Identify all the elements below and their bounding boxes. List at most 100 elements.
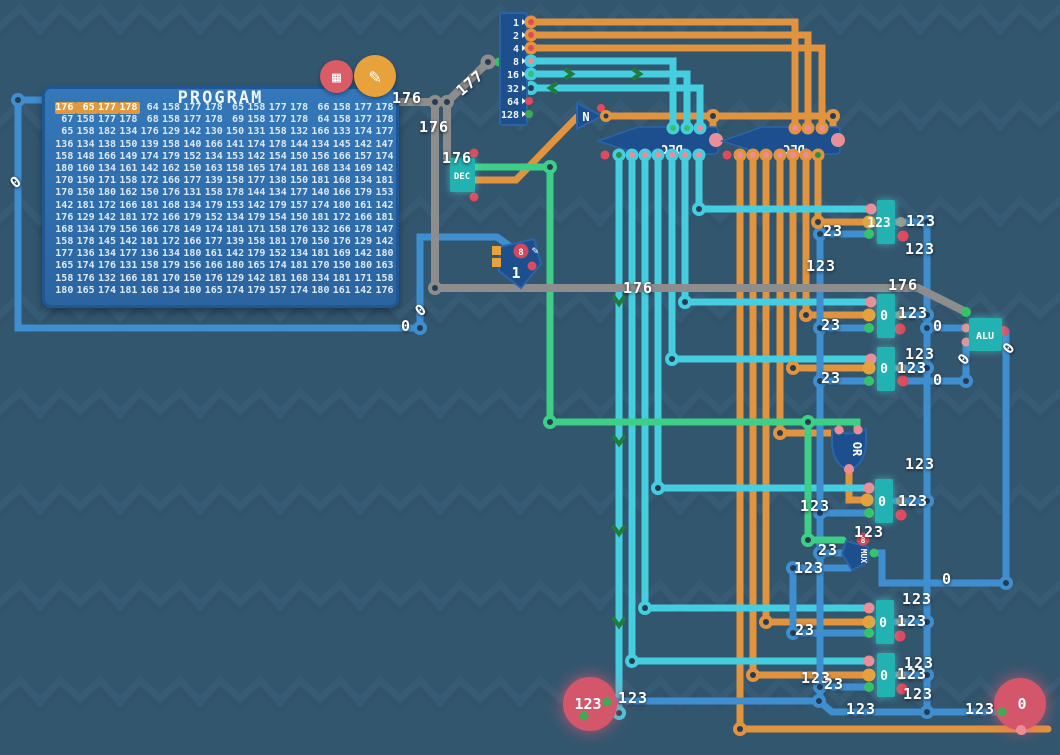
program-row: 1681341791561661781491741811711581761321…: [55, 224, 397, 236]
program-cell: 142: [247, 151, 268, 163]
program-cell: 178: [162, 224, 183, 236]
decoder-small[interactable]: DEC: [450, 158, 475, 192]
program-memory[interactable]: PROGRAM 17665177178641581771786515817717…: [42, 86, 399, 308]
program-cell: 131: [183, 187, 204, 199]
program-cell: 158: [140, 260, 161, 272]
program-cell: 134: [98, 163, 119, 175]
register-d[interactable]: 0: [875, 479, 893, 523]
register-b-value: 0: [880, 309, 888, 324]
program-cell: 176: [76, 273, 97, 285]
program-cell: 172: [140, 175, 161, 187]
program-cell: 181: [311, 248, 332, 260]
program-cell: 153: [375, 187, 396, 199]
program-cell: 181: [119, 212, 140, 224]
program-cell: 174: [311, 200, 332, 212]
register-c[interactable]: 0: [877, 347, 895, 391]
program-cell: 165: [204, 285, 225, 297]
program-cell: 134: [162, 285, 183, 297]
counter-input-pin[interactable]: [492, 258, 501, 267]
program-cell: 133: [332, 126, 353, 138]
program-cell: 177: [98, 102, 119, 114]
program-cell: 134: [162, 248, 183, 260]
program-cell: 134: [98, 248, 119, 260]
program-cell: 179: [247, 212, 268, 224]
program-cell: 65: [76, 102, 97, 114]
program-row: 1581781451421811721661771391581811701501…: [55, 236, 397, 248]
program-cell: 157: [354, 151, 375, 163]
program-cell: 148: [76, 151, 97, 163]
program-cell: 140: [311, 187, 332, 199]
program-cell: 165: [76, 285, 97, 297]
program-cell: 179: [354, 187, 375, 199]
program-cell: 156: [183, 260, 204, 272]
program-cell: 134: [76, 224, 97, 236]
program-cell: 161: [332, 285, 353, 297]
program-cell: 142: [354, 248, 375, 260]
program-cell: 174: [204, 224, 225, 236]
program-cell: 158: [268, 126, 289, 138]
program-cell: 180: [183, 285, 204, 297]
program-cell: 174: [268, 260, 289, 272]
program-cell: 176: [162, 187, 183, 199]
program-cell: 181: [140, 236, 161, 248]
program-cell: 180: [55, 285, 76, 297]
program-cell: 171: [98, 175, 119, 187]
program-cell: 170: [311, 260, 332, 272]
program-cell: 64: [311, 114, 332, 126]
memory-grid-icon: ▦: [332, 68, 341, 86]
alu-component[interactable]: ALU: [969, 318, 1002, 351]
program-cell: 150: [290, 175, 311, 187]
program-cell: 147: [375, 139, 396, 151]
bit-label-4: 4: [513, 44, 519, 55]
program-cell: 172: [332, 212, 353, 224]
program-cell: 131: [119, 260, 140, 272]
program-cell: 142: [140, 163, 161, 175]
program-cell: 134: [311, 139, 332, 151]
program-cell: 177: [204, 236, 225, 248]
program-cell: 166: [204, 139, 225, 151]
program-cell: 181: [268, 273, 289, 285]
program-cell: 181: [226, 224, 247, 236]
program-row: 1801651741811681341801651741791571741801…: [55, 285, 397, 297]
program-cell: 179: [162, 151, 183, 163]
edit-button[interactable]: ✎: [354, 55, 396, 97]
pencil-icon: ✎: [369, 64, 381, 88]
register-f-value: 0: [880, 669, 888, 684]
program-cell: 145: [332, 139, 353, 151]
program-cell: 181: [332, 273, 353, 285]
program-cell: 178: [119, 114, 140, 126]
program-cell: 67: [55, 114, 76, 126]
program-cell: 157: [268, 285, 289, 297]
circuit-canvas: 1 2 4 8 16 32 64 128 N: [0, 0, 1060, 755]
register-b[interactable]: 0: [877, 294, 895, 338]
program-row: 1771361341771361341801611421791521341811…: [55, 248, 397, 260]
program-cell: 142: [226, 248, 247, 260]
memory-view-button[interactable]: ▦: [320, 60, 353, 93]
program-cell: 150: [183, 273, 204, 285]
program-cell: 166: [119, 273, 140, 285]
program-cell: 158: [247, 102, 268, 114]
program-cell: 150: [140, 187, 161, 199]
program-cell: 181: [311, 175, 332, 187]
bit-width-badge-text: 8: [861, 536, 866, 545]
counter-input-pin[interactable]: [492, 246, 501, 255]
program-cell: 161: [119, 163, 140, 175]
program-cell: 174: [290, 285, 311, 297]
program-cell: 166: [119, 200, 140, 212]
program-cell: 179: [268, 200, 289, 212]
register-f[interactable]: 0: [877, 653, 895, 697]
program-cell: 134: [183, 200, 204, 212]
register-e[interactable]: 0: [876, 600, 894, 644]
program-cell: 176: [290, 224, 311, 236]
program-row: 1766517717864158177178651581771786615817…: [55, 102, 397, 114]
output-left-value: 123: [574, 695, 601, 713]
program-cell: 142: [354, 139, 375, 151]
output-right[interactable]: 0: [994, 678, 1046, 730]
program-cell: 134: [290, 248, 311, 260]
program-cell: 165: [55, 260, 76, 272]
program-cell: 64: [140, 102, 161, 114]
counter-value: 1: [511, 264, 520, 282]
program-cell: 166: [354, 212, 375, 224]
program-cell: 158: [226, 175, 247, 187]
program-cell: 152: [204, 212, 225, 224]
